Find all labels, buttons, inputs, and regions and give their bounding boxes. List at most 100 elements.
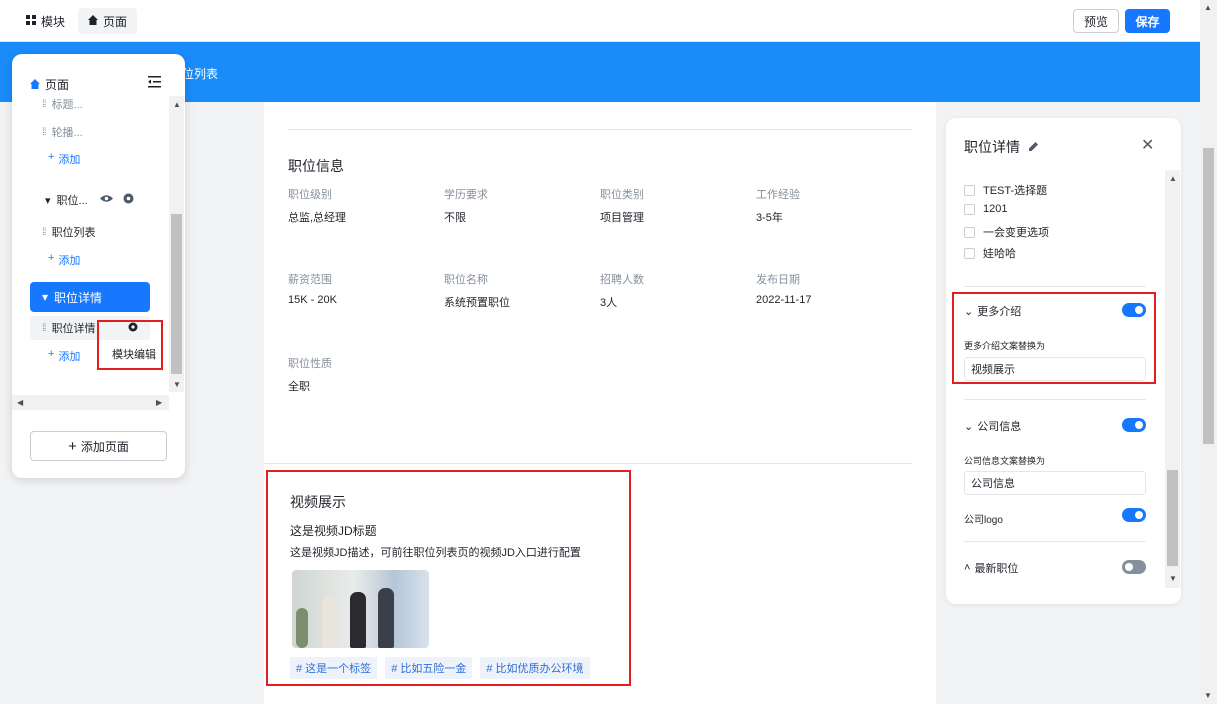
tab-modules[interactable]: 模块	[16, 8, 75, 34]
tag: # 比如五险一金	[385, 657, 473, 679]
checkbox[interactable]	[964, 226, 975, 238]
caret-down-icon: ▾	[45, 194, 51, 207]
home-icon	[88, 14, 98, 28]
drag-handle-icon[interactable]: ⁞⁞	[42, 323, 46, 334]
more-intro-replace-label: 更多介绍文案替换为	[964, 341, 1046, 351]
page-root[interactable]: 页面	[30, 76, 69, 93]
checkbox-row[interactable]: TEST-选择题	[964, 182, 1047, 198]
tree-item-job-detail[interactable]: ⁞⁞ 职位详情	[42, 320, 96, 336]
scroll-down-icon[interactable]: ▼	[173, 380, 181, 389]
chevron-up-icon: ˄	[964, 562, 971, 574]
tree-scrollbar-vertical[interactable]: ▲ ▼	[169, 96, 184, 392]
settings-icon[interactable]	[123, 193, 134, 207]
checkbox-label: 娃哈哈	[983, 248, 1016, 260]
add-module-link[interactable]: + 添加	[48, 151, 80, 167]
field-value: 3-5年	[756, 212, 783, 224]
scroll-up-icon[interactable]: ▲	[1169, 174, 1177, 183]
drag-handle-icon[interactable]: ⁞⁞	[42, 227, 46, 238]
person-figure	[322, 596, 338, 648]
preview-button[interactable]: 预览	[1073, 9, 1119, 33]
field-value: 全职	[288, 381, 310, 393]
field-label: 职位级别	[288, 189, 332, 201]
banner-text: 位列表	[182, 67, 219, 81]
close-icon[interactable]: ✕	[1141, 135, 1154, 155]
company-replace-label: 公司信息文案替换为	[964, 456, 1046, 466]
edit-icon[interactable]	[1028, 139, 1039, 155]
page-canvas: 职位信息 职位级别 总监,总经理 学历要求 不限 职位类别 项目管理 工作经验 …	[264, 102, 936, 704]
scroll-up-icon[interactable]: ▲	[173, 100, 181, 109]
checkbox-label: TEST-选择题	[983, 185, 1048, 197]
field-experience: 工作经验 3-5年	[756, 186, 906, 225]
person-figure	[350, 592, 366, 648]
section-company[interactable]: ⌄ 公司信息	[964, 418, 1021, 434]
scroll-thumb[interactable]	[1203, 148, 1214, 444]
section-more-intro[interactable]: ⌄ 更多介绍	[964, 303, 1021, 319]
more-intro-input[interactable]: 视频展示	[964, 357, 1146, 381]
company-logo-label: 公司logo	[964, 515, 1003, 526]
checkbox[interactable]	[964, 184, 975, 196]
settings-panel: 职位详情 ✕ TEST-选择题 1201 一会变更选项 娃哈哈 ⌄ 更多介绍 更…	[946, 118, 1181, 604]
divider	[964, 541, 1146, 542]
drag-handle-icon[interactable]: ⁞⁞	[42, 99, 46, 110]
tree-item-label: 标题...	[51, 99, 83, 111]
tree-scrollbar-horizontal[interactable]: ◀ ▶	[12, 395, 169, 410]
checkbox-row[interactable]: 娃哈哈	[964, 245, 1016, 261]
page-scrollbar[interactable]: ▲ ▼	[1200, 0, 1217, 704]
scroll-thumb[interactable]	[1167, 470, 1178, 566]
tree-item-label: 职位...	[56, 195, 88, 207]
person-figure	[378, 588, 394, 648]
save-button[interactable]: 保存	[1125, 9, 1170, 33]
video-description: 这是视频JD描述，可前往职位列表页的视频JD入口进行配置	[290, 547, 581, 559]
section-latest-jobs[interactable]: ˄ 最新职位	[964, 560, 1018, 576]
field-value: 15K - 20K	[288, 294, 337, 306]
grid-icon	[26, 14, 36, 28]
video-tags: # 这是一个标签 # 比如五险一金 # 比如优质办公环境	[290, 657, 590, 679]
company-logo-toggle[interactable]	[1122, 508, 1146, 522]
drag-handle-icon[interactable]: ⁞⁞	[42, 127, 46, 138]
checkbox-row[interactable]: 1201	[964, 203, 1007, 215]
checkbox[interactable]	[964, 203, 975, 215]
company-input[interactable]: 公司信息	[964, 471, 1146, 495]
video-thumbnail[interactable]	[292, 570, 429, 648]
add-page-button[interactable]: + 添加页面	[30, 431, 167, 461]
field-label: 发布日期	[756, 274, 800, 286]
company-toggle[interactable]	[1122, 418, 1146, 432]
scroll-down-icon[interactable]: ▼	[1169, 574, 1177, 583]
tree-item-title[interactable]: ⁞⁞ 标题...	[42, 96, 83, 112]
page-tree-panel: 页面 ⁞⁞ 标题... ⁞⁞ 轮播... + 添加 ▾ 职位... ⁞⁞ 职位列表…	[12, 54, 185, 478]
field-label: 招聘人数	[600, 274, 644, 286]
scroll-right-icon[interactable]: ▶	[156, 398, 162, 407]
field-education: 学历要求 不限	[444, 186, 594, 225]
checkbox-row[interactable]: 一会变更选项	[964, 224, 1049, 240]
field-headcount: 招聘人数 3人	[600, 271, 750, 310]
tree-group-job-detail[interactable]: ▾ 职位详情	[30, 282, 150, 312]
add-module-link[interactable]: + 添加	[48, 252, 80, 268]
tree-item-job-list[interactable]: ⁞⁞ 职位列表	[42, 224, 96, 240]
scroll-up-icon[interactable]: ▲	[1204, 3, 1212, 12]
collapse-panel-icon[interactable]	[148, 75, 161, 91]
add-module-link[interactable]: + 添加	[48, 348, 80, 364]
job-info-title: 职位信息	[288, 158, 344, 174]
checkbox-label: 一会变更选项	[983, 227, 1049, 239]
video-title: 视频展示	[290, 494, 346, 510]
video-module[interactable]: 视频展示 这是视频JD标题 这是视频JD描述，可前往职位列表页的视频JD入口进行…	[266, 470, 631, 686]
tree-group-job[interactable]: ▾ 职位...	[45, 192, 134, 208]
divider	[288, 129, 912, 130]
plus-icon: +	[48, 252, 55, 264]
scroll-left-icon[interactable]: ◀	[17, 398, 23, 407]
eye-icon[interactable]	[99, 194, 113, 206]
checkbox[interactable]	[964, 247, 975, 259]
scroll-thumb[interactable]	[171, 214, 182, 374]
field-label: 职位类别	[600, 189, 644, 201]
field-publish-date: 发布日期 2022-11-17	[756, 271, 906, 306]
scroll-down-icon[interactable]: ▼	[1204, 691, 1212, 700]
field-label: 职位性质	[288, 358, 332, 370]
checkbox-label: 1201	[983, 203, 1008, 215]
module-edit-tooltip: 模块编辑	[112, 349, 156, 361]
latest-jobs-toggle[interactable]	[1122, 560, 1146, 574]
panel-scrollbar[interactable]: ▲ ▼	[1165, 170, 1180, 588]
more-intro-toggle[interactable]	[1122, 303, 1146, 317]
tab-page[interactable]: 页面	[78, 8, 138, 34]
tree-item-carousel[interactable]: ⁞⁞ 轮播...	[42, 124, 83, 140]
tree-item-label: 职位详情	[51, 323, 96, 335]
